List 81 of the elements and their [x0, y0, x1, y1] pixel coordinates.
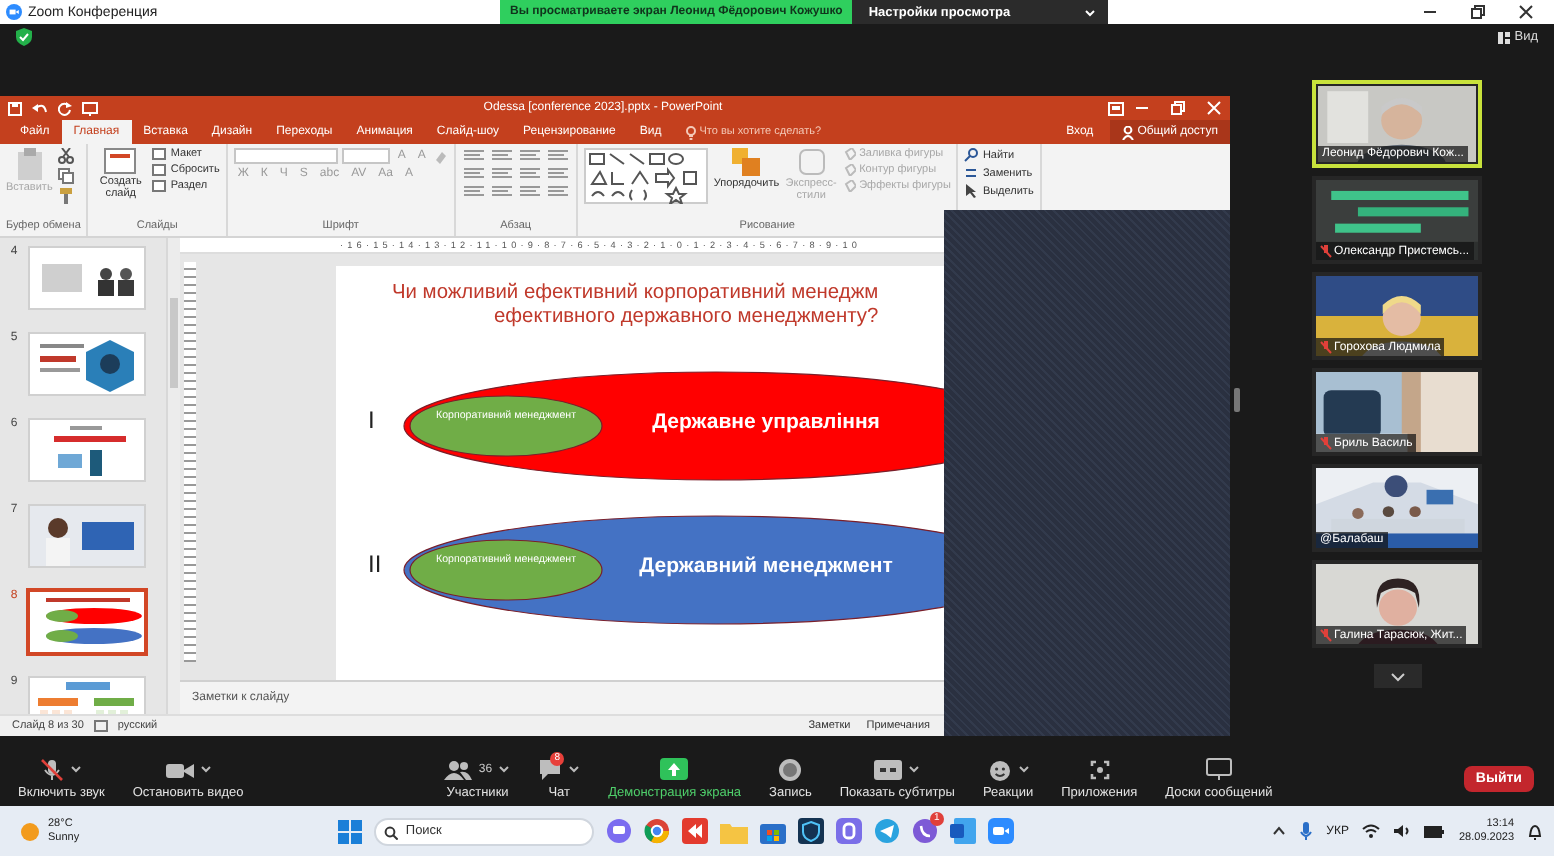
shape-label: Державне управління: [650, 410, 882, 434]
arrows-app-icon[interactable]: [681, 818, 708, 844]
record-icon: [778, 757, 803, 781]
list-icon[interactable]: [461, 148, 486, 162]
pointer-icon: [964, 184, 979, 198]
redo-icon[interactable]: [58, 101, 72, 115]
align-icon[interactable]: [489, 166, 514, 180]
undo-icon[interactable]: [32, 101, 48, 115]
row-numeral: I: [368, 406, 375, 434]
resize-handle[interactable]: [1234, 388, 1240, 412]
app-tile-icon[interactable]: [835, 818, 862, 844]
bell-icon[interactable]: [1528, 823, 1543, 839]
align-icon[interactable]: [545, 184, 570, 198]
copy-icon[interactable]: [58, 168, 75, 184]
phone-bubble-icon[interactable]: [911, 818, 938, 844]
caret-icon: [1017, 764, 1030, 774]
captions-icon: [874, 759, 903, 779]
browser-icon[interactable]: [643, 818, 670, 844]
spellcheck-icon[interactable]: [93, 720, 108, 732]
camera-icon[interactable]: [987, 818, 1014, 844]
search-icon: [964, 148, 979, 162]
scrollbar[interactable]: [166, 238, 180, 714]
row-numeral: II: [368, 550, 382, 578]
apps-icon: [1087, 757, 1112, 781]
save-icon[interactable]: [8, 101, 22, 115]
align-icon[interactable]: [461, 184, 486, 198]
caret-icon: [199, 764, 212, 774]
chevron-down-icon: [1389, 671, 1405, 681]
align-icon[interactable]: [489, 184, 514, 198]
wifi-icon[interactable]: [1362, 824, 1381, 838]
camera-icon: [165, 759, 194, 779]
muted-mic-icon: [40, 757, 65, 781]
replace-icon: [964, 166, 979, 180]
smiley-icon: [987, 757, 1012, 781]
mic-icon[interactable]: [1300, 822, 1313, 840]
restore-icon[interactable]: [1470, 4, 1486, 20]
align-icon[interactable]: [545, 166, 570, 180]
muted-mic-icon: [1320, 436, 1332, 450]
sun-icon: [20, 821, 40, 841]
scissors-icon[interactable]: [58, 148, 75, 164]
font-size-field[interactable]: [341, 148, 390, 164]
muted-mic-icon: [1320, 340, 1332, 354]
arrange-icon: [732, 148, 761, 176]
ribbon-display-icon[interactable]: [1108, 101, 1124, 115]
shapes-gallery-icon[interactable]: [583, 148, 708, 204]
slideshow-icon[interactable]: [82, 101, 98, 115]
muted-mic-icon: [1320, 628, 1332, 642]
muted-mic-icon: [1320, 244, 1332, 258]
shield-icon[interactable]: [797, 818, 824, 844]
chevron-up-icon[interactable]: [1272, 826, 1287, 836]
windows-start-icon[interactable]: [337, 819, 362, 843]
list-icon[interactable]: [489, 148, 514, 162]
battery-icon[interactable]: [1424, 825, 1445, 837]
caret-icon: [70, 764, 83, 774]
font-name-field[interactable]: [233, 148, 338, 164]
shield-icon: [16, 28, 32, 46]
list-icon[interactable]: [517, 148, 542, 162]
align-icon[interactable]: [517, 166, 542, 180]
slide-title: Чи можливий ефективний корпоративний менеджм: [390, 280, 881, 306]
share-screen-icon: [660, 758, 689, 780]
caret-icon: [568, 764, 581, 774]
caret-icon: [498, 764, 511, 774]
grid-icon: [1498, 31, 1511, 43]
whiteboard-icon: [1205, 758, 1232, 780]
paper-plane-icon[interactable]: [873, 818, 900, 844]
align-icon[interactable]: [461, 166, 486, 180]
align-icon[interactable]: [517, 184, 542, 198]
shape-label: Державний менеджмент: [637, 554, 895, 578]
document-icon[interactable]: [949, 818, 976, 844]
lightbulb-icon: [685, 125, 696, 139]
people-icon: [444, 759, 473, 779]
store-icon[interactable]: [759, 818, 786, 844]
slide-title: ефективного державного менеджменту?: [492, 306, 881, 330]
person-icon: [1121, 125, 1134, 139]
caret-icon: [908, 764, 921, 774]
list-icon[interactable]: [545, 148, 570, 162]
volume-icon[interactable]: [1394, 824, 1411, 838]
chat-bubble-icon[interactable]: [605, 818, 632, 844]
scroll-down-button[interactable]: [1373, 664, 1421, 688]
caret-icon: [1084, 7, 1097, 17]
close-icon[interactable]: [1518, 4, 1534, 20]
